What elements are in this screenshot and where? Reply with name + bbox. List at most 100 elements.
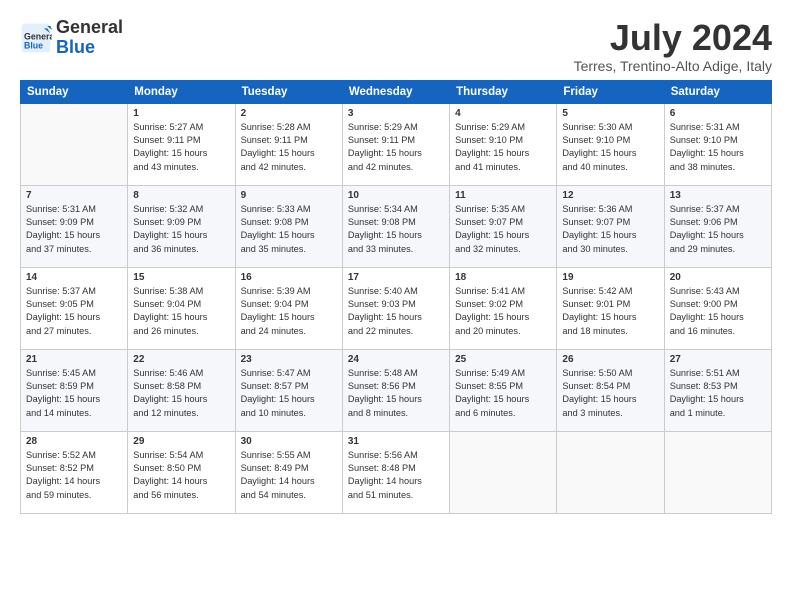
day-header-friday: Friday	[557, 80, 664, 103]
cal-cell: 3 Sunrise: 5:29 AM Sunset: 9:11 PM Daylig…	[342, 103, 449, 185]
cal-cell: 19 Sunrise: 5:42 AM Sunset: 9:01 PM Dayli…	[557, 267, 664, 349]
cal-cell: 17 Sunrise: 5:40 AM Sunset: 9:03 PM Dayli…	[342, 267, 449, 349]
calendar-table: SundayMondayTuesdayWednesdayThursdayFrid…	[20, 80, 772, 514]
cal-cell: 31Sunrise: 5:56 AM Sunset: 8:48 PM Dayli…	[342, 431, 449, 513]
week-row-4: 21 Sunrise: 5:45 AM Sunset: 8:59 PM Dayli…	[21, 349, 772, 431]
day-number: 15	[133, 272, 229, 283]
day-header-saturday: Saturday	[664, 80, 771, 103]
day-info: Sunrise: 5:34 AM Sunset: 9:08 PM Dayligh…	[348, 203, 444, 256]
cal-cell	[21, 103, 128, 185]
day-info: Sunrise: 5:27 AM Sunset: 9:11 PM Dayligh…	[133, 121, 229, 174]
day-info: Sunrise: 5:28 AM Sunset: 9:11 PM Dayligh…	[241, 121, 337, 174]
week-row-1: 1 Sunrise: 5:27 AM Sunset: 9:11 PM Daylig…	[21, 103, 772, 185]
cal-cell: 18 Sunrise: 5:41 AM Sunset: 9:02 PM Dayli…	[450, 267, 557, 349]
day-number: 27	[670, 354, 766, 365]
day-number: 1	[133, 108, 229, 119]
day-info: Sunrise: 5:31 AM Sunset: 9:09 PM Dayligh…	[26, 203, 122, 256]
day-number: 20	[670, 272, 766, 283]
cal-cell: 30 Sunrise: 5:55 AM Sunset: 8:49 PM Dayli…	[235, 431, 342, 513]
day-number: 19	[562, 272, 658, 283]
logo-icon: General Blue	[20, 22, 52, 54]
day-info: Sunrise: 5:43 AM Sunset: 9:00 PM Dayligh…	[670, 285, 766, 338]
day-info: Sunrise: 5:31 AM Sunset: 9:10 PM Dayligh…	[670, 121, 766, 174]
cal-cell: 28Sunrise: 5:52 AM Sunset: 8:52 PM Dayli…	[21, 431, 128, 513]
day-info: Sunrise: 5:37 AM Sunset: 9:05 PM Dayligh…	[26, 285, 122, 338]
calendar-page: General Blue General Blue July 2024 Terr…	[0, 0, 792, 612]
cal-cell: 8Sunrise: 5:32 AM Sunset: 9:09 PM Daylig…	[128, 185, 235, 267]
header: General Blue General Blue July 2024 Terr…	[20, 18, 772, 74]
logo-text: General Blue	[56, 18, 123, 58]
day-number: 18	[455, 272, 551, 283]
cal-cell: 5Sunrise: 5:30 AM Sunset: 9:10 PM Daylig…	[557, 103, 664, 185]
day-info: Sunrise: 5:37 AM Sunset: 9:06 PM Dayligh…	[670, 203, 766, 256]
days-header-row: SundayMondayTuesdayWednesdayThursdayFrid…	[21, 80, 772, 103]
day-header-wednesday: Wednesday	[342, 80, 449, 103]
cal-cell: 7 Sunrise: 5:31 AM Sunset: 9:09 PM Daylig…	[21, 185, 128, 267]
day-number: 9	[241, 190, 337, 201]
day-number: 13	[670, 190, 766, 201]
day-info: Sunrise: 5:51 AM Sunset: 8:53 PM Dayligh…	[670, 367, 766, 420]
cal-cell: 9 Sunrise: 5:33 AM Sunset: 9:08 PM Daylig…	[235, 185, 342, 267]
day-info: Sunrise: 5:35 AM Sunset: 9:07 PM Dayligh…	[455, 203, 551, 256]
day-number: 30	[241, 436, 337, 447]
day-info: Sunrise: 5:29 AM Sunset: 9:11 PM Dayligh…	[348, 121, 444, 174]
day-number: 21	[26, 354, 122, 365]
cal-cell: 25 Sunrise: 5:49 AM Sunset: 8:55 PM Dayli…	[450, 349, 557, 431]
day-info: Sunrise: 5:50 AM Sunset: 8:54 PM Dayligh…	[562, 367, 658, 420]
day-info: Sunrise: 5:42 AM Sunset: 9:01 PM Dayligh…	[562, 285, 658, 338]
cal-cell: 2 Sunrise: 5:28 AM Sunset: 9:11 PM Daylig…	[235, 103, 342, 185]
day-number: 4	[455, 108, 551, 119]
cal-cell: 12Sunrise: 5:36 AM Sunset: 9:07 PM Dayli…	[557, 185, 664, 267]
cal-cell: 24Sunrise: 5:48 AM Sunset: 8:56 PM Dayli…	[342, 349, 449, 431]
day-number: 2	[241, 108, 337, 119]
day-info: Sunrise: 5:32 AM Sunset: 9:09 PM Dayligh…	[133, 203, 229, 256]
day-info: Sunrise: 5:41 AM Sunset: 9:02 PM Dayligh…	[455, 285, 551, 338]
day-info: Sunrise: 5:40 AM Sunset: 9:03 PM Dayligh…	[348, 285, 444, 338]
cal-cell: 29Sunrise: 5:54 AM Sunset: 8:50 PM Dayli…	[128, 431, 235, 513]
day-info: Sunrise: 5:49 AM Sunset: 8:55 PM Dayligh…	[455, 367, 551, 420]
day-header-sunday: Sunday	[21, 80, 128, 103]
day-info: Sunrise: 5:55 AM Sunset: 8:49 PM Dayligh…	[241, 449, 337, 502]
cal-cell	[557, 431, 664, 513]
cal-cell	[450, 431, 557, 513]
cal-cell: 27 Sunrise: 5:51 AM Sunset: 8:53 PM Dayli…	[664, 349, 771, 431]
day-number: 11	[455, 190, 551, 201]
day-number: 28	[26, 436, 122, 447]
day-info: Sunrise: 5:48 AM Sunset: 8:56 PM Dayligh…	[348, 367, 444, 420]
day-number: 29	[133, 436, 229, 447]
cal-cell: 11 Sunrise: 5:35 AM Sunset: 9:07 PM Dayli…	[450, 185, 557, 267]
week-row-5: 28Sunrise: 5:52 AM Sunset: 8:52 PM Dayli…	[21, 431, 772, 513]
cal-cell: 4Sunrise: 5:29 AM Sunset: 9:10 PM Daylig…	[450, 103, 557, 185]
day-info: Sunrise: 5:39 AM Sunset: 9:04 PM Dayligh…	[241, 285, 337, 338]
day-number: 31	[348, 436, 444, 447]
cal-cell: 14 Sunrise: 5:37 AM Sunset: 9:05 PM Dayli…	[21, 267, 128, 349]
day-info: Sunrise: 5:36 AM Sunset: 9:07 PM Dayligh…	[562, 203, 658, 256]
day-number: 23	[241, 354, 337, 365]
logo: General Blue General Blue	[20, 18, 123, 58]
cal-cell: 20 Sunrise: 5:43 AM Sunset: 9:00 PM Dayli…	[664, 267, 771, 349]
cal-cell: 15 Sunrise: 5:38 AM Sunset: 9:04 PM Dayli…	[128, 267, 235, 349]
day-info: Sunrise: 5:33 AM Sunset: 9:08 PM Dayligh…	[241, 203, 337, 256]
day-number: 17	[348, 272, 444, 283]
day-info: Sunrise: 5:46 AM Sunset: 8:58 PM Dayligh…	[133, 367, 229, 420]
week-row-2: 7 Sunrise: 5:31 AM Sunset: 9:09 PM Daylig…	[21, 185, 772, 267]
day-info: Sunrise: 5:30 AM Sunset: 9:10 PM Dayligh…	[562, 121, 658, 174]
day-number: 3	[348, 108, 444, 119]
cal-cell	[664, 431, 771, 513]
cal-cell: 13 Sunrise: 5:37 AM Sunset: 9:06 PM Dayli…	[664, 185, 771, 267]
day-number: 22	[133, 354, 229, 365]
day-number: 26	[562, 354, 658, 365]
cal-cell: 6Sunrise: 5:31 AM Sunset: 9:10 PM Daylig…	[664, 103, 771, 185]
day-header-tuesday: Tuesday	[235, 80, 342, 103]
day-number: 25	[455, 354, 551, 365]
day-number: 14	[26, 272, 122, 283]
week-row-3: 14 Sunrise: 5:37 AM Sunset: 9:05 PM Dayli…	[21, 267, 772, 349]
day-info: Sunrise: 5:38 AM Sunset: 9:04 PM Dayligh…	[133, 285, 229, 338]
location-subtitle: Terres, Trentino-Alto Adige, Italy	[574, 58, 772, 74]
svg-text:Blue: Blue	[24, 40, 43, 50]
day-number: 16	[241, 272, 337, 283]
cal-cell: 22 Sunrise: 5:46 AM Sunset: 8:58 PM Dayli…	[128, 349, 235, 431]
day-info: Sunrise: 5:45 AM Sunset: 8:59 PM Dayligh…	[26, 367, 122, 420]
day-number: 7	[26, 190, 122, 201]
title-block: July 2024 Terres, Trentino-Alto Adige, I…	[574, 18, 772, 74]
